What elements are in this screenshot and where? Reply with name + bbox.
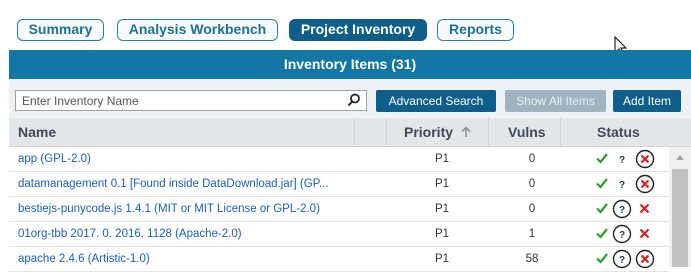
status-controls: ? <box>587 147 667 171</box>
table-row: datamanagement 0.1 [Found inside DataDow… <box>9 172 669 197</box>
vulns-value: 0 <box>528 178 536 190</box>
vulns-value: 0 <box>528 203 536 215</box>
table-scrollbar[interactable] <box>669 147 691 267</box>
approve-check-icon[interactable] <box>596 227 608 239</box>
scrollbar-thumb[interactable] <box>672 169 688 267</box>
top-tab-bar: Summary Analysis Workbench Project Inven… <box>0 0 691 57</box>
status-controls: ? <box>587 197 667 221</box>
inventory-toolbar: Advanced Search Show All Items Add Item <box>9 79 691 118</box>
approve-check-icon[interactable] <box>596 202 608 214</box>
scroll-up-arrow-icon[interactable] <box>675 154 685 161</box>
question-circle-icon[interactable]: ? <box>612 224 632 244</box>
inventory-item-link[interactable]: 01org-tbb 2017. 0. 2016. 1128 (Apache-2.… <box>18 222 353 246</box>
tab-analysis-workbench[interactable]: Analysis Workbench <box>117 19 278 41</box>
table-row: apache 2.4.6 (Artistic-1.0) P1 58 ? <box>9 247 669 272</box>
priority-value: P1 <box>434 153 450 165</box>
table-header: Name Priority Vulns Status <box>9 118 691 147</box>
status-controls: ? <box>587 222 667 246</box>
sort-ascending-icon <box>461 126 471 137</box>
vulns-value: 1 <box>528 228 536 240</box>
status-controls: ? <box>587 172 667 196</box>
approve-check-icon[interactable] <box>596 152 608 164</box>
svg-text:?: ? <box>619 155 625 166</box>
column-divider <box>354 118 355 146</box>
column-divider <box>386 118 387 146</box>
reject-circle-icon[interactable] <box>635 249 655 269</box>
advanced-search-button[interactable]: Advanced Search <box>376 90 496 112</box>
reject-circle-icon[interactable] <box>635 174 655 194</box>
tab-reports[interactable]: Reports <box>437 19 514 41</box>
vulns-value: 0 <box>528 153 536 165</box>
column-divider <box>560 118 561 146</box>
svg-text:?: ? <box>619 255 625 266</box>
inventory-search-input[interactable] <box>22 92 332 109</box>
table-row: 01org-tbb 2017. 0. 2016. 1128 (Apache-2.… <box>9 222 669 247</box>
table-row: bestiejs-punycode.js 1.4.1 (MIT or MIT L… <box>9 197 669 222</box>
question-icon[interactable]: ? <box>615 150 629 168</box>
tab-summary[interactable]: Summary <box>17 19 104 41</box>
reject-x-icon[interactable] <box>639 203 650 214</box>
vulns-value: 58 <box>525 253 539 265</box>
column-header-priority[interactable]: Priority <box>404 118 471 146</box>
priority-header-label: Priority <box>404 124 454 140</box>
tab-project-inventory[interactable]: Project Inventory <box>289 19 427 41</box>
column-header-status[interactable]: Status <box>597 118 640 146</box>
svg-text:?: ? <box>619 205 625 216</box>
reject-x-icon[interactable] <box>639 228 650 239</box>
priority-value: P1 <box>434 203 450 215</box>
inventory-item-link[interactable]: apache 2.4.6 (Artistic-1.0) <box>18 247 353 271</box>
inventory-item-link[interactable]: app (GPL-2.0) <box>18 147 353 171</box>
table-row: app (GPL-2.0) P1 0 ? <box>9 147 669 172</box>
inventory-table-body: app (GPL-2.0) P1 0 ? datamanagement 0.1 … <box>9 147 669 272</box>
approve-check-icon[interactable] <box>596 177 608 189</box>
column-header-vulns[interactable]: Vulns <box>508 118 546 146</box>
inventory-item-link[interactable]: datamanagement 0.1 [Found inside DataDow… <box>18 172 353 196</box>
svg-text:?: ? <box>619 230 625 241</box>
search-box <box>15 90 367 111</box>
question-circle-icon[interactable]: ? <box>612 249 632 269</box>
priority-value: P1 <box>434 228 450 240</box>
search-icon[interactable] <box>347 93 361 107</box>
priority-value: P1 <box>434 253 450 265</box>
approve-check-icon[interactable] <box>596 252 608 264</box>
panel-title: Inventory Items (31) <box>9 50 691 79</box>
question-icon[interactable]: ? <box>615 175 629 193</box>
status-controls: ? <box>587 247 667 271</box>
svg-text:?: ? <box>619 180 625 191</box>
column-header-name[interactable]: Name <box>18 118 56 146</box>
question-circle-icon[interactable]: ? <box>612 199 632 219</box>
priority-value: P1 <box>434 178 450 190</box>
inventory-item-link[interactable]: bestiejs-punycode.js 1.4.1 (MIT or MIT L… <box>18 197 353 221</box>
show-all-items-button[interactable]: Show All Items <box>505 90 606 112</box>
column-divider <box>488 118 489 146</box>
add-item-button[interactable]: Add Item <box>613 90 681 112</box>
reject-circle-icon[interactable] <box>635 149 655 169</box>
